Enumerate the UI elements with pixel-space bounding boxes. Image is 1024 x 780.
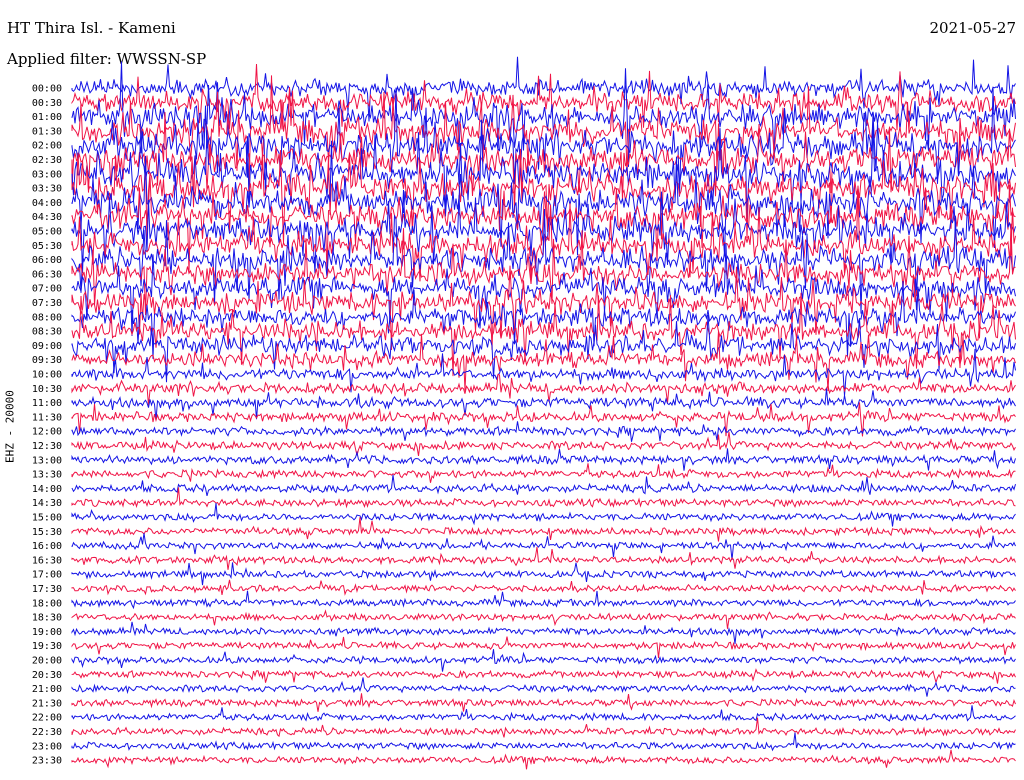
time-tick-label: 16:00 xyxy=(32,541,62,552)
time-tick-label: 17:00 xyxy=(32,570,62,581)
time-tick-label: 02:30 xyxy=(32,155,62,166)
trace-line xyxy=(71,533,1016,560)
time-tick-label: 12:30 xyxy=(32,441,62,452)
time-tick-label: 00:00 xyxy=(32,84,62,95)
time-tick-label: 05:30 xyxy=(32,241,62,252)
trace-line xyxy=(71,590,1016,610)
time-tick-label: 02:00 xyxy=(32,141,62,152)
time-tick-label: 08:00 xyxy=(32,312,62,323)
time-tick-label: 04:00 xyxy=(32,198,62,209)
time-tick-label: 03:30 xyxy=(32,184,62,195)
helicorder-plot: 00:00 00:30 01:00 01:30 02:00 02:30 03:00 03:30… xyxy=(32,56,1016,770)
trace-line xyxy=(71,448,1016,471)
trace-line xyxy=(71,546,1016,570)
time-tick-label: 10:30 xyxy=(32,384,62,395)
time-tick-label: 09:00 xyxy=(32,341,62,352)
trace-line xyxy=(71,649,1016,672)
time-tick-label: 23:00 xyxy=(32,741,62,752)
trace-line xyxy=(71,621,1016,644)
time-tick-label: 22:30 xyxy=(32,727,62,738)
time-tick-label: 12:00 xyxy=(32,427,62,438)
time-tick-label: 18:30 xyxy=(32,613,62,624)
time-tick-label: 16:30 xyxy=(32,555,62,566)
trace-line xyxy=(71,431,1016,456)
trace-line xyxy=(71,463,1016,483)
time-tick-label: 06:30 xyxy=(32,269,62,280)
time-tick-label: 05:00 xyxy=(32,227,62,238)
time-tick-label: 06:00 xyxy=(32,255,62,266)
trace-line xyxy=(71,502,1016,527)
time-tick-label: 13:30 xyxy=(32,470,62,481)
time-tick-label: 19:30 xyxy=(32,641,62,652)
time-tick-label: 01:30 xyxy=(32,126,62,137)
time-tick-label: 04:30 xyxy=(32,212,62,223)
time-tick-label: 07:00 xyxy=(32,284,62,295)
time-tick-label: 03:00 xyxy=(32,169,62,180)
time-tick-label: 10:00 xyxy=(32,370,62,381)
time-tick-label: 07:30 xyxy=(32,298,62,309)
trace-group xyxy=(71,56,1016,770)
trace-line xyxy=(71,562,1016,586)
time-tick-label: 19:00 xyxy=(32,627,62,638)
time-tick-label: 01:00 xyxy=(32,112,62,123)
time-tick-label: 11:30 xyxy=(32,412,62,423)
time-tick-label: 17:30 xyxy=(32,584,62,595)
time-tick-label: 23:30 xyxy=(32,756,62,767)
trace-line xyxy=(71,330,1016,392)
trace-line xyxy=(71,668,1016,685)
time-tick-label: 20:00 xyxy=(32,656,62,667)
time-tick-label: 22:00 xyxy=(32,713,62,724)
time-tick-label: 14:00 xyxy=(32,484,62,495)
time-tick-label: 21:00 xyxy=(32,684,62,695)
time-tick-label: 15:00 xyxy=(32,513,62,524)
trace-line xyxy=(71,517,1016,542)
trace-line xyxy=(71,474,1016,497)
trace-line xyxy=(71,693,1016,712)
time-tick-label: 14:30 xyxy=(32,498,62,509)
time-tick-label: 00:30 xyxy=(32,98,62,109)
time-tick-label: 09:30 xyxy=(32,355,62,366)
trace-line xyxy=(71,732,1016,752)
trace-line xyxy=(71,705,1016,722)
trace-line xyxy=(71,749,1016,770)
trace-line xyxy=(71,609,1016,629)
time-tick-label: 15:30 xyxy=(32,527,62,538)
time-tick-label: 21:30 xyxy=(32,698,62,709)
time-tick-group: 00:00 00:30 01:00 01:30 02:00 02:30 03:00 03:30… xyxy=(32,84,62,767)
trace-line xyxy=(71,717,1016,738)
trace-line xyxy=(71,677,1016,697)
trace-line xyxy=(71,579,1016,596)
time-tick-label: 11:00 xyxy=(32,398,62,409)
time-tick-label: 13:00 xyxy=(32,455,62,466)
time-tick-label: 18:00 xyxy=(32,598,62,609)
time-tick-label: 20:30 xyxy=(32,670,62,681)
time-tick-label: 08:30 xyxy=(32,327,62,338)
trace-line xyxy=(71,421,1016,442)
trace-line xyxy=(71,636,1016,659)
trace-line xyxy=(71,292,1016,377)
